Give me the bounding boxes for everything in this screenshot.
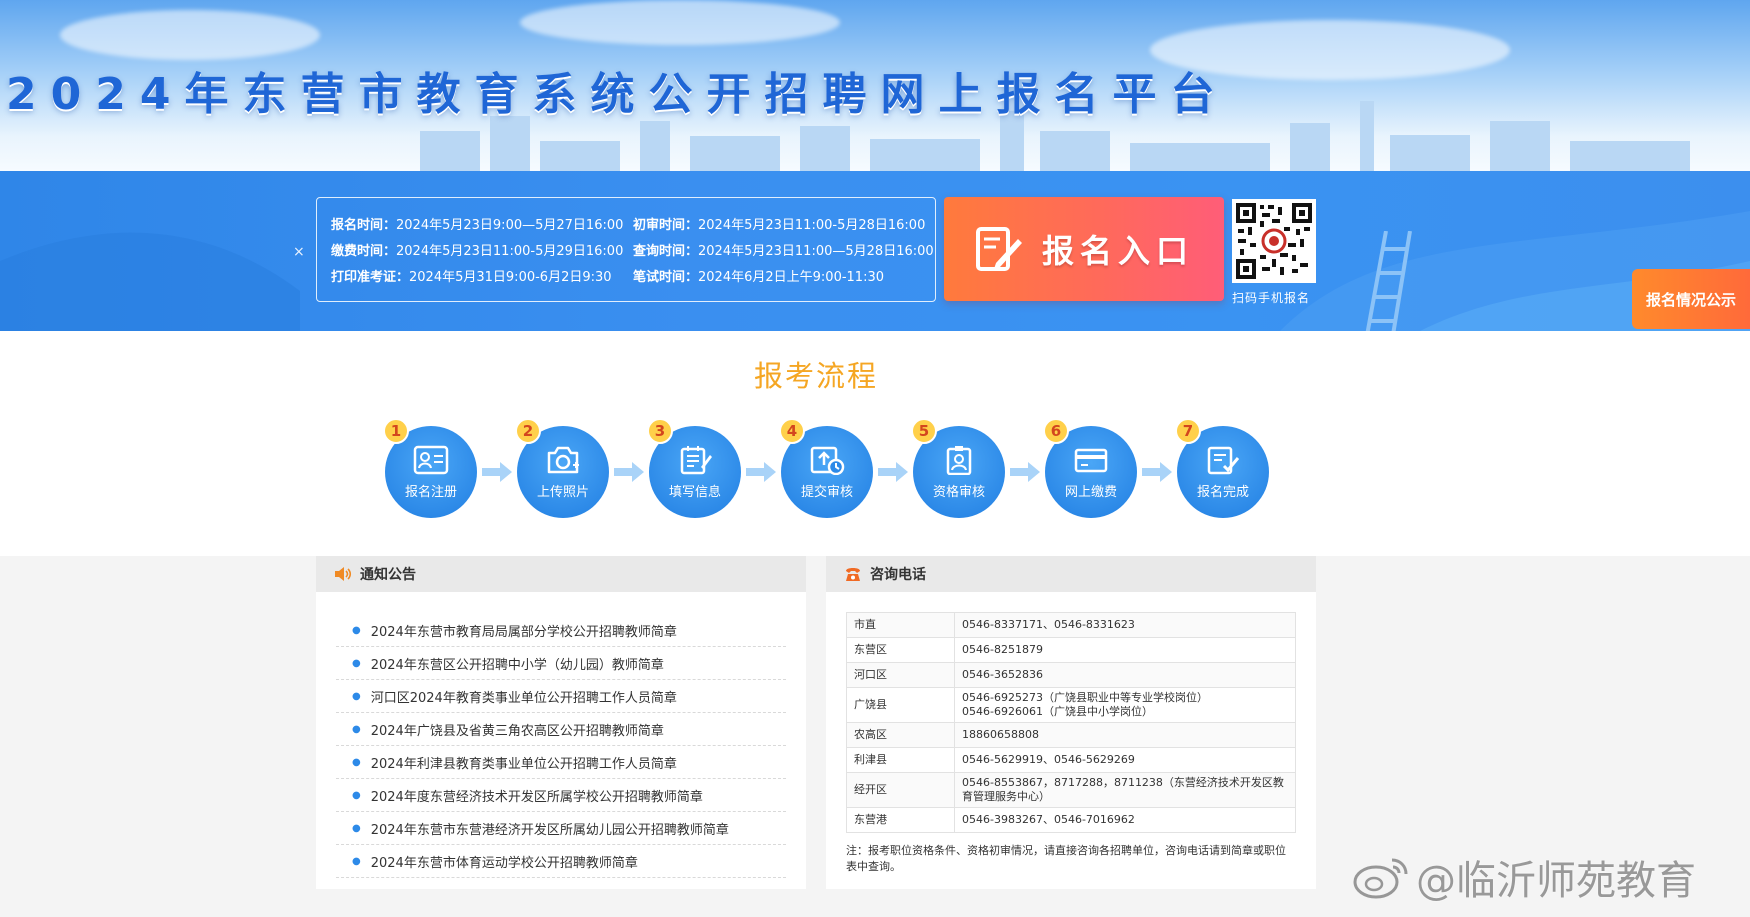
cloud-decoration xyxy=(60,10,320,60)
step-number: 7 xyxy=(1175,418,1201,444)
notice-item[interactable]: ● 2024年东营区公开招聘中小学（幼儿园）教师简章 xyxy=(336,647,786,680)
notice-item[interactable]: ● 2024年度东营经济技术开发区所属学校公开招聘教师简章 xyxy=(336,779,786,812)
watermark: @临沂师苑教育 xyxy=(1352,848,1696,906)
step-number: 4 xyxy=(779,418,805,444)
schedule-band: × 报名时间：2024年5月23日9:00—5月27日16:00 初审时间：20… xyxy=(0,171,1750,331)
schedule-row: 报名时间：2024年5月23日9:00—5月27日16:00 初审时间：2024… xyxy=(331,210,935,236)
step-number: 1 xyxy=(383,418,409,444)
notice-header: 通知公告 xyxy=(316,556,806,592)
close-icon[interactable]: × xyxy=(293,244,305,260)
schedule-item: 初审时间：2024年5月23日11:00-5月28日16:00 xyxy=(633,217,926,233)
speaker-icon xyxy=(335,567,352,581)
bullet-icon: ● xyxy=(352,690,361,702)
check-doc-icon xyxy=(1207,446,1240,474)
schedule-item: 缴费时间：2024年5月23日11:00-5月29日16:00 xyxy=(331,243,624,259)
form-icon xyxy=(680,445,712,474)
schedule-item: 打印准考证：2024年5月31日9:00-6月2日9:30 xyxy=(331,269,612,285)
process-section: 报考流程 报名注册 1 上传照片 2 填写信息 3 提交审核 4 资格审核 5 … xyxy=(0,331,1750,556)
apply-entry-label: 报名入口 xyxy=(1041,232,1194,270)
badge-icon xyxy=(946,445,972,475)
schedule-item: 查询时间：2024年5月23日11:00—5月28日16:00 xyxy=(633,243,934,259)
arrow-right-icon xyxy=(1137,457,1177,487)
step-upload-photo[interactable]: 上传照片 2 xyxy=(515,418,609,518)
contact-panel: 咨询电话 市直 0546-8337171、0546-8331623 东营区 0546… xyxy=(826,556,1316,889)
contact-note: 注：报考职位资格条件、资格初审情况，请直接咨询各招聘单位，咨询电话请到简章或职位… xyxy=(846,844,1286,873)
step-fill-info[interactable]: 填写信息 3 xyxy=(647,418,741,518)
step-submit-review[interactable]: 提交审核 4 xyxy=(779,418,873,518)
cloud-decoration xyxy=(520,0,840,45)
upload-clock-icon xyxy=(810,446,845,475)
contact-header: 咨询电话 xyxy=(826,556,1316,592)
ladder-decoration xyxy=(1365,231,1412,331)
id-card-icon xyxy=(413,445,449,474)
apply-entry-button[interactable]: 报名入口 xyxy=(944,197,1224,301)
table-row: 河口区 0546-3652836 xyxy=(846,662,1296,688)
notice-item[interactable]: ● 2024年东营市东营港经济开发区所属幼儿园公开招聘教师简章 xyxy=(336,812,786,845)
schedule-row: 打印准考证：2024年5月31日9:00-6月2日9:30 笔试时间：2024年… xyxy=(331,262,935,288)
step-online-payment[interactable]: 网上缴费 6 xyxy=(1043,418,1137,518)
step-number: 6 xyxy=(1043,418,1069,444)
step-number: 2 xyxy=(515,418,541,444)
registration-status-tab[interactable]: 报名情况公示 xyxy=(1632,269,1750,329)
weibo-icon xyxy=(1353,858,1408,899)
qr-caption: 扫码手机报名 xyxy=(1232,291,1311,305)
schedule-box: 报名时间：2024年5月23日9:00—5月27日16:00 初审时间：2024… xyxy=(316,197,936,302)
card-icon xyxy=(1074,448,1108,472)
table-row: 东营区 0546-8251879 xyxy=(846,637,1296,663)
process-title: 报考流程 xyxy=(753,359,878,393)
table-row: 广饶县 0546-6925273（广饶县职业中等专业学校岗位） 0546-69260… xyxy=(846,687,1296,723)
header-banner: 2024年东营市教育系统公开招聘网上报名平台 xyxy=(0,0,1750,171)
phone-icon xyxy=(846,568,860,581)
table-row: 经开区 0546-8553867，8717288，8711238（东营经济技术开发… xyxy=(846,772,1296,808)
schedule-row: 缴费时间：2024年5月23日11:00-5月29日16:00 查询时间：202… xyxy=(331,236,935,262)
bullet-icon: ● xyxy=(352,822,361,834)
bullet-icon: ● xyxy=(352,624,361,636)
arrow-right-icon xyxy=(1005,457,1045,487)
page-title: 2024年东营市教育系统公开招聘网上报名平台 xyxy=(6,69,1229,120)
schedule-item: 笔试时间：2024年6月2日上午9:00-11:30 xyxy=(633,269,884,285)
arrow-right-icon xyxy=(873,457,913,487)
bullet-icon: ● xyxy=(352,789,361,801)
step-number: 5 xyxy=(911,418,937,444)
step-registration-complete[interactable]: 报名完成 7 xyxy=(1175,418,1269,518)
table-row: 市直 0546-8337171、0546-8331623 xyxy=(846,612,1296,638)
notice-item[interactable]: ● 河口区2024年教育类事业单位公开招聘工作人员简章 xyxy=(336,680,786,713)
camera-icon xyxy=(547,446,579,473)
qr-code-image xyxy=(1236,203,1312,279)
bullet-icon: ● xyxy=(352,855,361,867)
schedule-item: 报名时间：2024年5月23日9:00—5月27日16:00 xyxy=(331,217,624,233)
step-number: 3 xyxy=(647,418,673,444)
table-row: 东营港 0546-3983267、0546-7016962 xyxy=(846,807,1296,833)
table-row: 农高区 18860658808 xyxy=(846,722,1296,748)
process-steps: 报名注册 1 上传照片 2 填写信息 3 提交审核 4 资格审核 5 网上缴费 … xyxy=(383,418,1269,518)
notice-item[interactable]: ● 2024年广饶县及省黄三角农高区公开招聘教师简章 xyxy=(336,713,786,746)
notice-list: ● 2024年东营市教育局局属部分学校公开招聘教师简章 ● 2024年东营区公开招聘… xyxy=(316,592,806,878)
contact-title: 咨询电话 xyxy=(870,567,926,583)
edit-form-icon xyxy=(975,227,1022,271)
arrow-right-icon xyxy=(609,457,649,487)
qr-code[interactable] xyxy=(1232,199,1316,283)
notice-item[interactable]: ● 2024年东营市教育局局属部分学校公开招聘教师简章 xyxy=(336,614,786,647)
bullet-icon: ● xyxy=(352,756,361,768)
step-register[interactable]: 报名注册 1 xyxy=(383,418,477,518)
notice-panel: 通知公告 ● 2024年东营市教育局局属部分学校公开招聘教师简章 ● 2024年东营… xyxy=(316,556,806,889)
notice-item[interactable]: ● 2024年利津县教育类事业单位公开招聘工作人员简章 xyxy=(336,746,786,779)
notice-item[interactable]: ● 2024年东营市体育运动学校公开招聘教师简章 xyxy=(336,845,786,878)
arrow-right-icon xyxy=(477,457,517,487)
arrow-right-icon xyxy=(741,457,781,487)
step-qualification-review[interactable]: 资格审核 5 xyxy=(911,418,1005,518)
contact-table: 市直 0546-8337171、0546-8331623 东营区 0546-8251… xyxy=(846,612,1296,833)
notice-title: 通知公告 xyxy=(360,567,416,583)
qr-code-block: 扫码手机报名 xyxy=(1232,199,1316,306)
bullet-icon: ● xyxy=(352,723,361,735)
table-row: 利津县 0546-5629919、0546-5629269 xyxy=(846,747,1296,773)
bullet-icon: ● xyxy=(352,657,361,669)
